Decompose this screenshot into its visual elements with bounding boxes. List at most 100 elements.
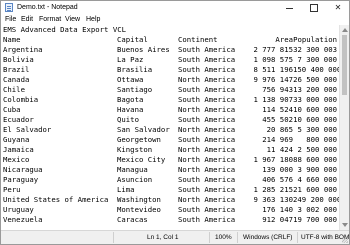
cell-population: 3 002 000 — [297, 205, 337, 214]
cell-capital: Buenos Aires — [117, 45, 170, 54]
cell-continent: North America — [178, 125, 236, 134]
close-icon: ✕ — [334, 3, 342, 12]
title-bar[interactable]: Demo.txt - Notepad ✕ — [1, 1, 349, 14]
maximize-button[interactable] — [303, 1, 325, 14]
menu-view[interactable]: View — [65, 14, 80, 25]
vertical-scrollbar[interactable] — [339, 25, 349, 230]
cell-name: Mexico — [3, 155, 30, 164]
menu-file[interactable]: File — [5, 14, 16, 25]
cell-area: 1 285 215 — [253, 185, 293, 194]
cell-continent: South America — [178, 95, 236, 104]
cell-capital: Santiago — [117, 85, 153, 94]
cell-name: Guyana — [3, 135, 30, 144]
cell-population: 26 500 000 — [293, 75, 337, 84]
cell-area: 139 000 — [262, 165, 293, 174]
cell-population: 249 200 000 — [293, 195, 339, 204]
minimize-button[interactable] — [279, 1, 301, 14]
cell-continent: North America — [178, 165, 236, 174]
table-row: Argentina Buenos Aires South America 2 777 … — [3, 45, 339, 55]
line-endings: Windows (CRLF) — [243, 234, 293, 241]
cell-name: Colombia — [3, 95, 39, 104]
cell-population: 10 600 000 — [293, 105, 337, 114]
cell-population: 800 000 — [306, 135, 337, 144]
close-button[interactable]: ✕ — [327, 1, 349, 14]
menu-help[interactable]: Help — [86, 14, 100, 25]
cursor-position: Ln 1, Col 1 — [147, 234, 179, 241]
cell-area: 406 576 — [262, 175, 293, 184]
cell-area: 756 943 — [262, 85, 293, 94]
cell-capital: Ottawa — [117, 75, 144, 84]
cell-continent: South America — [178, 45, 236, 54]
cell-continent: South America — [178, 205, 236, 214]
status-divider — [237, 232, 238, 243]
cell-capital: La Paz — [117, 55, 144, 64]
column-header-name: Name — [3, 35, 21, 44]
scroll-down-icon[interactable] — [342, 223, 348, 227]
status-bar: Ln 1, Col 1 100% Windows (CRLF) UTF-8 wi… — [1, 230, 349, 244]
status-divider — [297, 232, 298, 243]
cell-name: Chile — [3, 85, 25, 94]
cell-name: Peru — [3, 185, 21, 194]
cell-continent: South America — [178, 135, 236, 144]
table-row: United States of America Washington North … — [3, 195, 339, 205]
cell-area: 20 865 — [266, 125, 293, 134]
table-row: El Salvador San Salvador North America 20 8… — [3, 125, 339, 135]
cell-name: Nicaragua — [3, 165, 43, 174]
cell-population: 32 300 003 — [293, 45, 337, 54]
scroll-thumb[interactable] — [342, 35, 347, 95]
table-row: Ecuador Quito South America 455 502 10 600 0… — [3, 115, 339, 125]
menu-edit[interactable]: Edit — [21, 14, 33, 25]
cell-continent: South America — [178, 185, 236, 194]
cell-area: 455 502 — [262, 115, 293, 124]
cell-continent: South America — [178, 175, 236, 184]
cell-name: Ecuador — [3, 115, 34, 124]
cell-population: 4 660 000 — [297, 175, 337, 184]
cell-capital: Asuncion — [117, 175, 153, 184]
cell-name: Bolivia — [3, 55, 34, 64]
cell-continent: South America — [178, 85, 236, 94]
cell-area: 912 047 — [262, 215, 293, 224]
scroll-up-icon[interactable] — [342, 28, 348, 32]
column-header-row: Name Capital Continent Area Population — [3, 35, 339, 45]
cell-continent: South America — [178, 65, 236, 74]
document-heading: EMS Advanced Data Export VCL — [3, 25, 127, 34]
cell-continent: North America — [178, 145, 236, 154]
cell-capital: San Salvador — [117, 125, 170, 134]
cell-population: 19 700 000 — [293, 215, 337, 224]
table-row: Uruguay Montevideo South America 176 140 3 0… — [3, 205, 339, 215]
cell-population: 33 000 000 — [293, 95, 337, 104]
column-header-capital: Capital — [117, 35, 148, 44]
cell-name: Brazil — [3, 65, 30, 74]
table-row: Cuba Havana North America 114 524 10 600 000 — [3, 105, 339, 115]
cell-area: 1 138 907 — [253, 95, 293, 104]
cell-name: Uruguay — [3, 205, 34, 214]
cell-area: 114 524 — [262, 105, 293, 114]
cell-continent: North America — [178, 75, 236, 84]
column-header-continent: Continent — [178, 35, 218, 44]
cell-name: Argentina — [3, 45, 43, 54]
cell-name: Canada — [3, 75, 30, 84]
cell-name: Venezuela — [3, 215, 43, 224]
cell-capital: Quito — [117, 115, 139, 124]
cell-population: 21 600 000 — [293, 185, 337, 194]
status-divider — [113, 232, 114, 243]
cell-capital: Kingston — [117, 145, 153, 154]
table-row: Bolivia La Paz South America 1 098 575 7 300… — [3, 55, 339, 65]
cell-area: 1 098 575 — [253, 55, 293, 64]
menu-format[interactable]: Format — [39, 14, 61, 25]
resize-grip-icon[interactable] — [342, 237, 348, 243]
cell-area: 176 140 — [262, 205, 293, 214]
table-row: Mexico Mexico City North America 1 967 180 8… — [3, 155, 339, 165]
cell-name: Paraguay — [3, 175, 39, 184]
cell-population: 13 200 000 — [293, 85, 337, 94]
table-row: Brazil Brasilia South America 8 511 196 150 … — [3, 65, 339, 75]
notepad-window: Demo.txt - Notepad ✕ File Edit Format Vi… — [0, 0, 350, 245]
table-row: Colombia Bagota South America 1 138 907 33 0… — [3, 95, 339, 105]
cell-population: 150 400 000 — [293, 65, 339, 74]
text-editor[interactable]: EMS Advanced Data Export VCL Name Capita… — [1, 25, 339, 230]
cell-name: El Salvador — [3, 125, 52, 134]
cell-capital: Washington — [117, 195, 161, 204]
column-header-population: Population — [293, 35, 337, 44]
cell-capital: Brasilia — [117, 65, 153, 74]
table-row: Canada Ottawa North America 9 976 147 26 500… — [3, 75, 339, 85]
